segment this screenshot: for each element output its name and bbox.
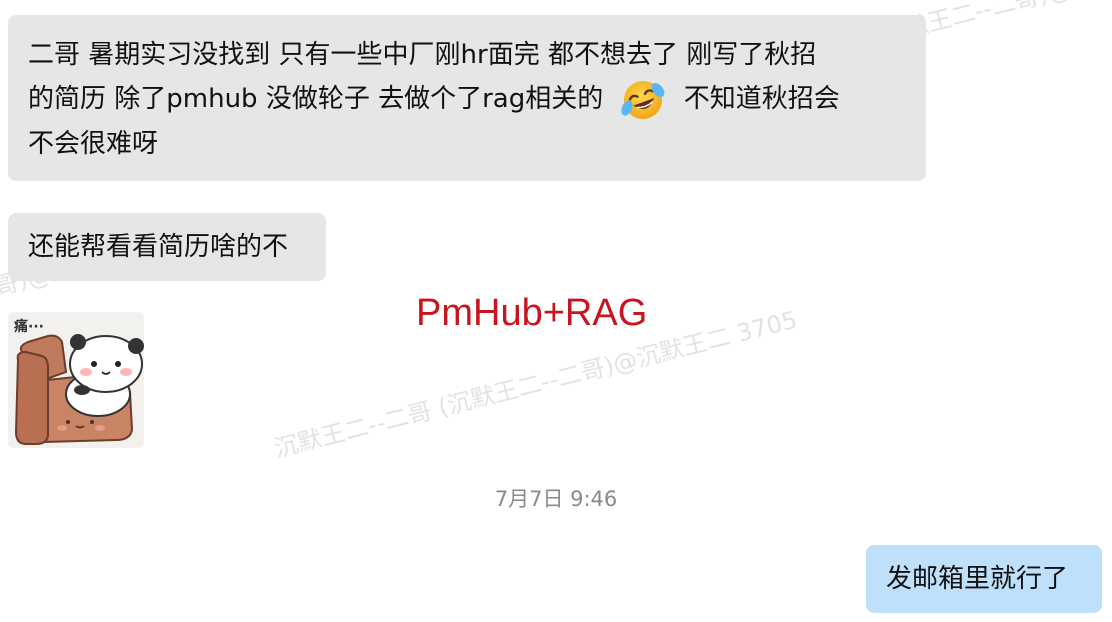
watermark: 默王二--二哥)@沉 [901,0,1098,43]
message-line: 不会很难呀 [28,128,159,159]
panda-on-sofa-sticker-icon[interactable]: 痛··· [8,312,144,448]
message-text: 还能帮看看简历啥的不 [28,232,289,262]
annotation-text: PmHub+RAG [416,292,648,334]
message-line: 的简历 除了pmhub 没做轮子 去做个了rag相关的 不知道秋招会 [28,77,906,122]
incoming-message-bubble[interactable]: 还能帮看看简历啥的不 [8,213,326,281]
chat-window: 沉默王二--二哥 (沉默王二--二哥)@沉默王二 3705 默王二--二哥)@沉… [0,0,1112,622]
outgoing-message-bubble[interactable]: 发邮箱里就行了 [866,545,1102,613]
message-timestamp: 7月7日 9:46 [494,487,618,511]
message-text: 的简历 除了pmhub 没做轮子 去做个了rag相关的 [28,84,604,114]
incoming-message-bubble[interactable]: 二哥 暑期实习没找到 只有一些中厂刚hr面完 都不想去了 刚写了秋招 的简历 除… [8,15,926,181]
message-text: 不知道秋招会 [683,84,840,114]
face-with-tears-of-joy-icon [621,78,665,122]
message-text: 发邮箱里就行了 [886,564,1069,594]
message-line: 二哥 暑期实习没找到 只有一些中厂刚hr面完 都不想去了 刚写了秋招 [28,40,817,70]
